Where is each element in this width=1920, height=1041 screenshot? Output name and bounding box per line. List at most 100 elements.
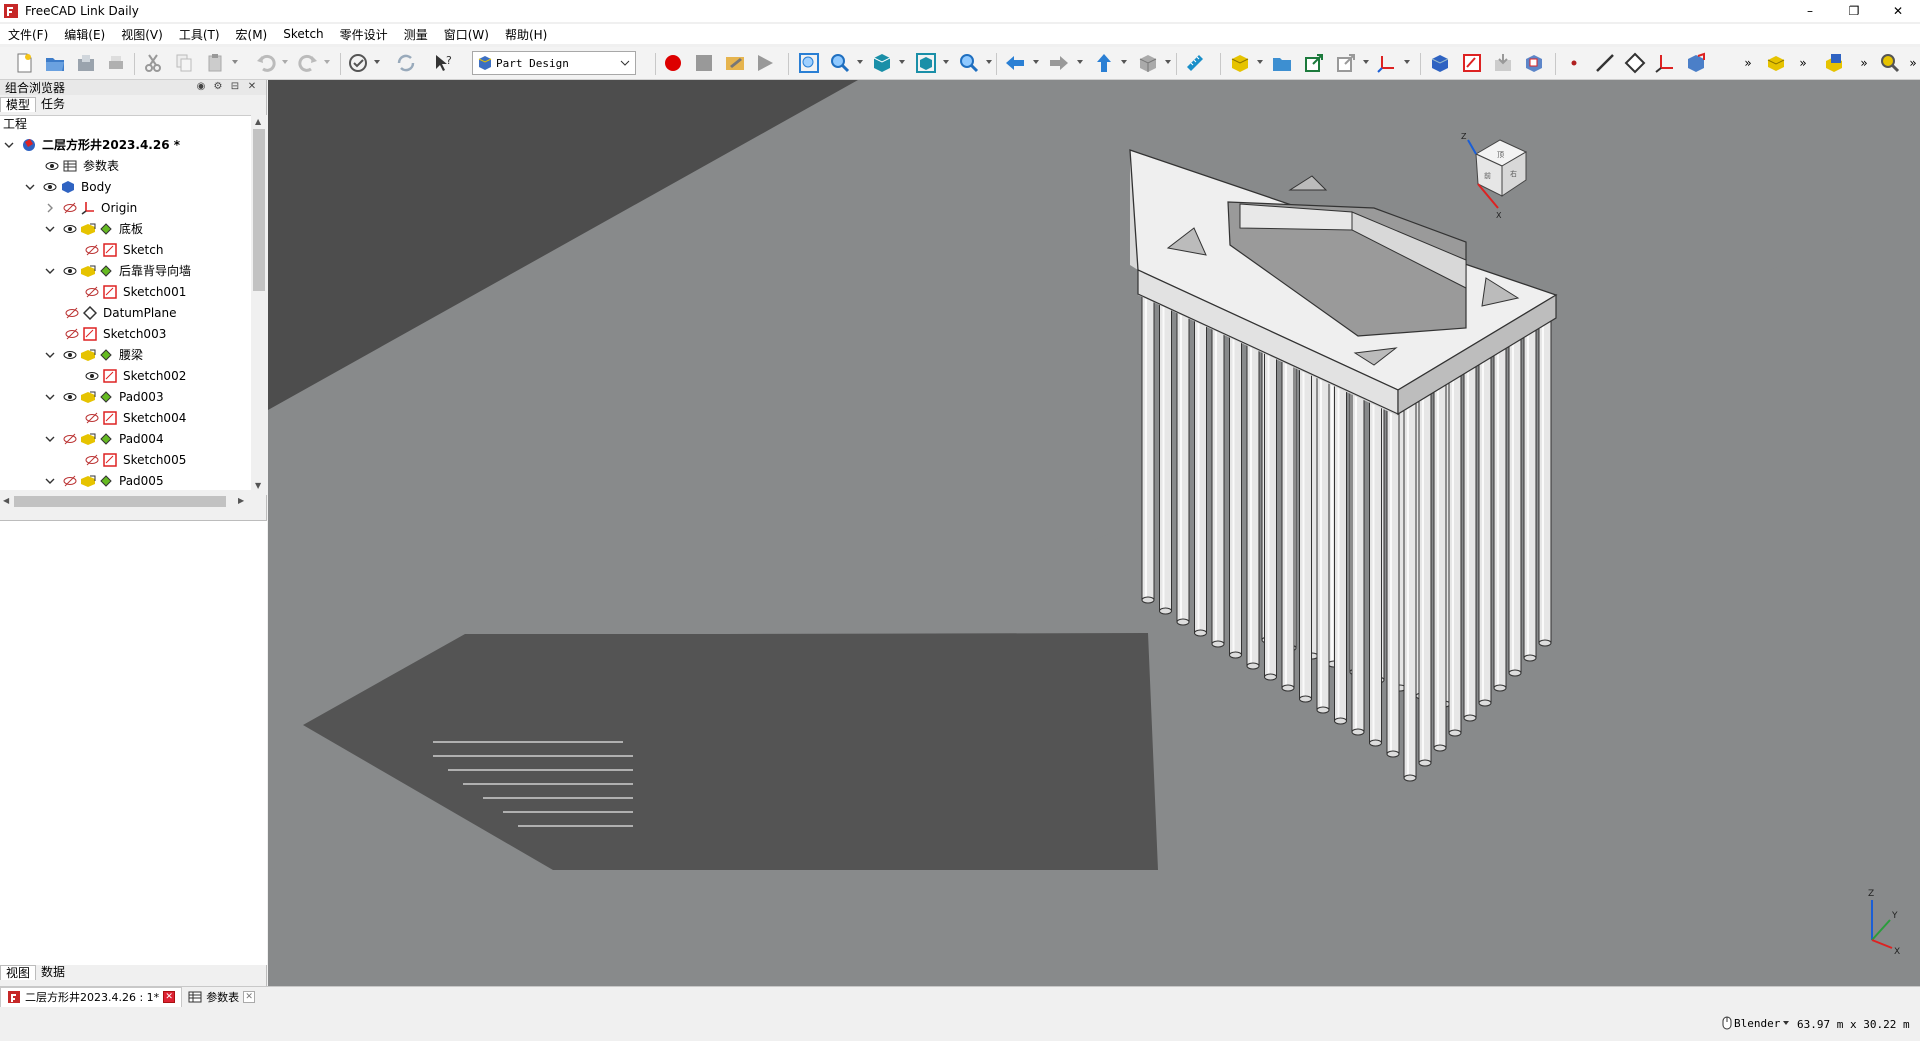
bounding-box-button[interactable] (914, 51, 938, 75)
eye-hidden-icon[interactable] (84, 284, 100, 300)
map-sketch-button[interactable] (1522, 51, 1546, 75)
toolbar-overflow-1[interactable]: » (1736, 51, 1760, 75)
shape-binder-button[interactable] (1684, 51, 1708, 75)
tab-model[interactable]: 模型 (0, 97, 37, 112)
workbench-selector[interactable]: Part Design (472, 51, 636, 75)
eye-hidden-icon[interactable] (64, 326, 80, 342)
eye-icon[interactable] (62, 347, 78, 363)
tree-item-pad-guide-wall[interactable]: 后靠背导向墙 (44, 260, 191, 281)
menu-file[interactable]: 文件(F) (0, 26, 56, 43)
chevron-down-icon[interactable] (44, 475, 56, 487)
datum-point-button[interactable] (1562, 51, 1586, 75)
menu-sketch[interactable]: Sketch (275, 27, 331, 41)
part-design-body-button[interactable] (1228, 51, 1252, 75)
tab-document[interactable]: 二层方形井2023.4.26 : 1* ✕ (0, 986, 183, 1007)
link-button[interactable] (1302, 51, 1326, 75)
link-actions-button[interactable] (1334, 51, 1358, 75)
chevron-down-icon[interactable] (1076, 58, 1084, 66)
datum-line-button[interactable] (1593, 51, 1617, 75)
create-sketch-button[interactable] (1460, 51, 1484, 75)
chevron-down-icon[interactable] (898, 58, 906, 66)
tree-item-pad-waist-beam[interactable]: 腰梁 (44, 344, 143, 365)
tree-horizontal-scrollbar[interactable]: ◀ ▶ (0, 493, 251, 509)
paste-button[interactable] (203, 51, 227, 75)
chevron-down-icon[interactable] (44, 433, 56, 445)
chevron-down-icon[interactable] (24, 181, 36, 193)
eye-icon[interactable] (62, 263, 78, 279)
eye-hidden-icon[interactable] (62, 431, 78, 447)
chevron-down-icon[interactable] (1120, 58, 1128, 66)
tab-view[interactable]: 视图 (0, 965, 37, 980)
local-cs-button[interactable] (1653, 51, 1677, 75)
close-icon[interactable]: ✕ (163, 991, 176, 1003)
new-document-button[interactable] (12, 51, 36, 75)
restore-button[interactable]: ❐ (1832, 0, 1876, 22)
view-up-button[interactable] (1092, 51, 1116, 75)
chevron-down-icon[interactable] (856, 58, 864, 66)
chevron-down-icon[interactable] (44, 265, 56, 277)
zoom-button[interactable] (828, 51, 852, 75)
menu-measure[interactable]: 测量 (396, 26, 436, 43)
eye-icon[interactable] (44, 158, 60, 174)
tree-item-sketch003[interactable]: Sketch003 (64, 323, 166, 344)
minimize-button[interactable]: – (1788, 0, 1832, 22)
eye-icon[interactable]: ◉ (195, 81, 207, 93)
close-icon[interactable]: ✕ (243, 990, 256, 1003)
chevron-down-icon[interactable] (3, 139, 15, 151)
tab-tasks[interactable]: 任务 (36, 97, 70, 112)
chevron-down-icon[interactable] (942, 58, 950, 66)
refresh-check-button[interactable] (346, 51, 370, 75)
eye-hidden-icon[interactable] (62, 473, 78, 489)
pad-button[interactable] (1764, 51, 1788, 75)
chevron-down-icon[interactable] (1362, 58, 1370, 66)
eye-icon[interactable] (42, 179, 58, 195)
chevron-down-icon[interactable] (1032, 58, 1040, 66)
chevron-down-icon[interactable] (281, 58, 289, 66)
tree-item-spreadsheet[interactable]: 参数表 (44, 155, 119, 176)
validate-sketch-button[interactable] (1491, 51, 1515, 75)
stop-macro-button[interactable] (692, 51, 716, 75)
scroll-right-icon[interactable]: ▶ (238, 496, 244, 505)
chevron-down-icon[interactable] (985, 58, 993, 66)
boolean-button[interactable] (1822, 51, 1846, 75)
eye-hidden-icon[interactable] (62, 200, 78, 216)
tree-item-body[interactable]: Body (24, 176, 111, 197)
eye-hidden-icon[interactable] (84, 410, 100, 426)
cut-button[interactable] (141, 51, 165, 75)
recompute-button[interactable] (394, 51, 418, 75)
scrollbar-thumb[interactable] (253, 129, 265, 291)
chevron-down-icon[interactable] (44, 223, 56, 235)
toolbar-overflow-4[interactable]: » (1901, 51, 1920, 75)
tree-item-pad003[interactable]: Pad003 (44, 386, 164, 407)
view-back-button[interactable] (1003, 51, 1027, 75)
toolbar-overflow-2[interactable]: » (1791, 51, 1815, 75)
create-group-button[interactable] (1270, 51, 1294, 75)
fit-all-button[interactable] (797, 51, 821, 75)
eye-hidden-icon[interactable] (84, 452, 100, 468)
eye-icon[interactable] (84, 368, 100, 384)
3d-viewport[interactable]: 顶 前 右 Z X Z Y X (268, 80, 1920, 986)
menu-macro[interactable]: 宏(M) (228, 26, 276, 43)
create-lcs-button[interactable] (1375, 51, 1399, 75)
record-macro-button[interactable] (661, 51, 685, 75)
toolbar-overflow-3[interactable]: » (1852, 51, 1876, 75)
chevron-down-icon[interactable] (1256, 58, 1264, 66)
scrollbar-thumb[interactable] (14, 496, 226, 507)
gear-icon[interactable]: ⚙ (212, 81, 224, 93)
tree-item-pad-baseplate[interactable]: 底板 (44, 218, 143, 239)
tree-item-origin[interactable]: Origin (44, 197, 137, 218)
scroll-left-icon[interactable]: ◀ (3, 496, 9, 505)
measure-button[interactable] (1183, 51, 1207, 75)
navigation-style-button[interactable]: Blender (1722, 1016, 1790, 1030)
scroll-down-icon[interactable]: ▼ (255, 481, 261, 490)
chevron-down-icon[interactable] (231, 58, 239, 66)
close-icon[interactable]: ✕ (246, 81, 258, 93)
eye-hidden-icon[interactable] (84, 242, 100, 258)
chevron-down-icon[interactable] (323, 58, 331, 66)
eye-hidden-icon[interactable] (64, 305, 80, 321)
copy-button[interactable] (172, 51, 196, 75)
open-button[interactable] (43, 51, 67, 75)
view-forward-button[interactable] (1047, 51, 1071, 75)
measure-clear-button[interactable] (1878, 51, 1902, 75)
create-body-button[interactable] (1428, 51, 1452, 75)
